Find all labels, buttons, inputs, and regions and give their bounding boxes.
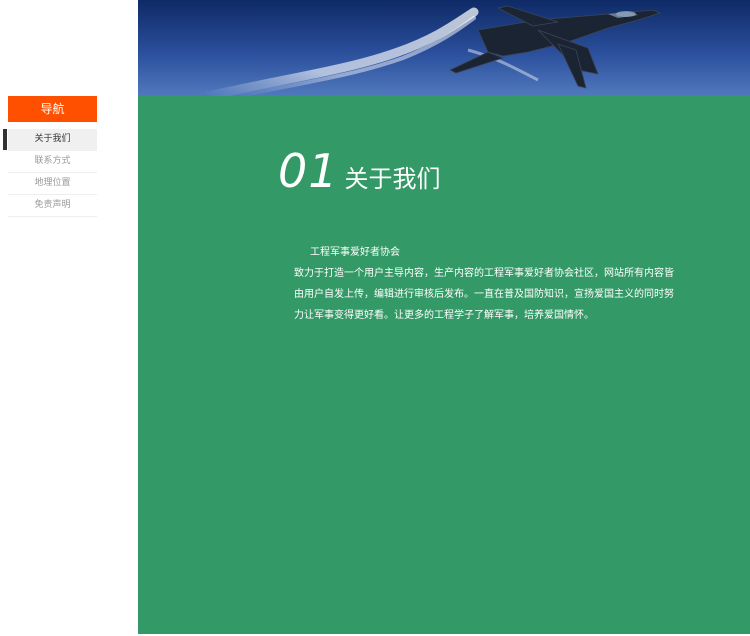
page: 导航 关于我们 联系方式 地理位置 免责声明 01 关于我们 工程军事爱好者协会…: [0, 0, 750, 636]
org-description: 致力于打造一个用户主导内容，生产内容的工程军事爱好者协会社区，网站所有内容皆由用…: [294, 268, 674, 321]
content-block: 工程军事爱好者协会 致力于打造一个用户主导内容，生产内容的工程军事爱好者协会社区…: [294, 242, 678, 326]
nav-list: 关于我们 联系方式 地理位置 免责声明: [3, 129, 97, 217]
fighter-jet-icon: [138, 0, 750, 96]
section-heading: 关于我们: [344, 165, 441, 193]
banner-image: [138, 0, 750, 96]
nav-item-contact[interactable]: 联系方式: [8, 151, 97, 173]
nav-item-about-us[interactable]: 关于我们: [3, 129, 97, 151]
org-name: 工程军事爱好者协会: [310, 247, 400, 258]
section-number: 01: [278, 144, 339, 198]
main-content: 01 关于我们 工程军事爱好者协会 致力于打造一个用户主导内容，生产内容的工程军事…: [138, 96, 750, 634]
nav-item-disclaimer[interactable]: 免责声明: [8, 195, 97, 217]
nav-item-location[interactable]: 地理位置: [8, 173, 97, 195]
sidebar: 导航 关于我们 联系方式 地理位置 免责声明: [0, 0, 138, 636]
section-title: 01 关于我们: [278, 144, 441, 198]
nav-title: 导航: [8, 96, 97, 122]
